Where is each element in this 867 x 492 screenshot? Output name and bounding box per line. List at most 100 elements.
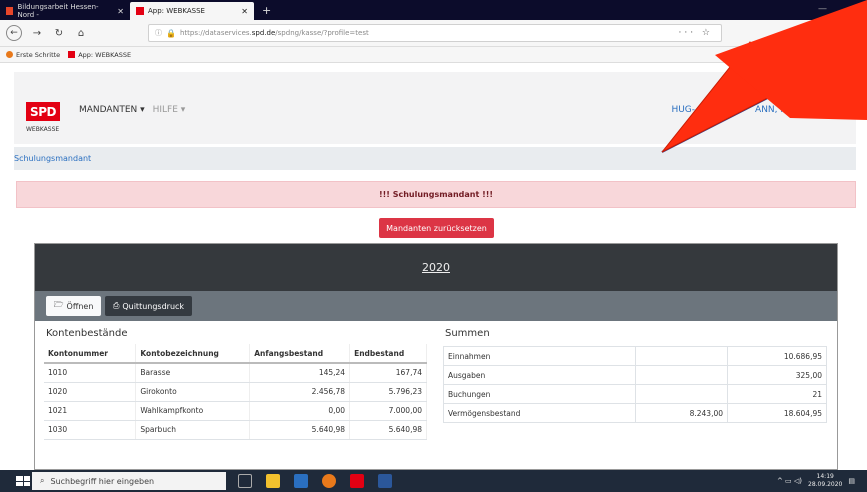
table-cell: 5.640,98 — [349, 420, 427, 440]
menu-mandanten[interactable]: MANDANTEN ▾ — [79, 105, 145, 115]
table-cell: Girokonto — [135, 382, 251, 402]
table-cell: 21 — [727, 384, 827, 404]
notification-icon[interactable]: ▤ — [848, 477, 855, 485]
card-body: Kontenbestände Kontonummer Kontobezeichn… — [35, 321, 837, 469]
logout-icon[interactable]: ➡ — [829, 102, 840, 117]
card-toolbar: 🗁 Öffnen ⎙ Quittungsdruck — [35, 291, 837, 321]
table-row: Ausgaben 325,00 — [443, 365, 827, 385]
open-button[interactable]: 🗁 Öffnen — [46, 296, 101, 316]
forward-button[interactable]: → — [30, 26, 44, 40]
info-icon[interactable]: ⓘ — [155, 28, 162, 38]
close-icon[interactable]: ✕ — [117, 7, 124, 16]
bookmark-label: App: WEBKASSE — [78, 50, 132, 59]
clock-time: 14:19 — [816, 473, 834, 480]
lock-icon: 🔒 — [166, 28, 176, 38]
table-cell: 10.686,95 — [727, 346, 827, 366]
table-cell: 1030 — [44, 420, 137, 440]
logo-subtitle: WEBKASSE — [26, 126, 60, 133]
column-header: Kontobezeichnung — [135, 344, 251, 364]
table-row: Vermögensbestand 8.243,00 18.604,95 — [443, 403, 827, 423]
favicon-icon — [6, 7, 14, 15]
search-icon: ⌕ — [40, 476, 45, 485]
table-row: 1010 Barasse 145,24 167,74 — [44, 363, 427, 383]
table-row: 1020 Girokonto 2.456,78 5.796,23 — [44, 382, 427, 402]
table-header-row: Kontonummer Kontobezeichnung Anfangsbest… — [44, 344, 427, 364]
minimize-icon[interactable]: — — [818, 4, 827, 14]
tab-bildungsarbeit[interactable]: Bildungsarbeit Hessen-Nord - ✕ — [0, 2, 130, 20]
clock[interactable]: 14:19 28.09.2020 — [808, 473, 842, 489]
taskbar-search-box[interactable]: ⌕ Suchbegriff hier eingeben — [32, 472, 226, 490]
spd-logo[interactable]: SPD — [26, 102, 60, 121]
table-cell: 7.000,00 — [349, 401, 427, 421]
user-menu[interactable]: HUG- ANN, RAIMUND ➡ — [671, 102, 840, 117]
firefox-icon — [6, 51, 13, 58]
tab-label: Bildungsarbeit Hessen-Nord - — [17, 3, 99, 19]
bookmarks-bar: Erste Schritte App: WEBKASSE — [0, 47, 867, 63]
table-cell: Ausgaben — [443, 365, 636, 385]
task-view-icon[interactable] — [238, 474, 252, 488]
spd-app-icon[interactable] — [350, 474, 364, 488]
address-bar[interactable]: ⓘ 🔒 https://dataservices.spd.de/spdng/ka… — [148, 24, 722, 42]
table-cell: Vermögensbestand — [443, 403, 636, 423]
alert-text: !!! Schulungsmandant !!! — [378, 190, 494, 199]
bookmark-webkasse[interactable]: App: WEBKASSE — [68, 51, 131, 59]
file-explorer-icon[interactable] — [266, 474, 280, 488]
tab-label: App: WEBKASSE — [148, 7, 205, 15]
table-cell: 1021 — [44, 401, 137, 421]
search-placeholder: Suchbegriff hier eingeben — [50, 476, 155, 486]
tab-webkasse[interactable]: App: WEBKASSE ✕ — [130, 2, 254, 20]
table-cell: 5.640,98 — [249, 420, 351, 440]
reset-mandant-button[interactable]: Mandanten zurücksetzen — [379, 218, 494, 238]
bookmark-erste-schritte[interactable]: Erste Schritte — [6, 51, 60, 59]
kontenbestaende-title: Kontenbestände — [46, 328, 128, 339]
table-cell: 167,74 — [349, 363, 427, 383]
table-row: 1030 Sparbuch 5.640,98 5.640,98 — [44, 420, 427, 440]
table-cell — [635, 346, 728, 366]
table-cell — [635, 384, 728, 404]
print-receipt-button[interactable]: ⎙ Quittungsdruck — [105, 296, 192, 316]
year-card: 2020 🗁 Öffnen ⎙ Quittungsdruck Kontenbes… — [34, 243, 838, 470]
table-row: Einnahmen 10.686,95 — [443, 346, 827, 366]
column-header: Anfangsbestand — [249, 344, 351, 364]
table-cell: 0,00 — [249, 401, 351, 421]
windows-start-icon[interactable] — [16, 476, 30, 486]
table-cell: 1010 — [44, 363, 137, 383]
breadcrumb: Schulungsmandant — [14, 147, 856, 170]
tray-icons[interactable]: ^ ▭ ◁) — [777, 477, 802, 485]
column-header: Kontonummer — [44, 344, 137, 364]
page-actions[interactable]: ··· ☆ — [678, 28, 721, 38]
user-name-end: ANN, RAIMUND — [755, 104, 824, 115]
outlook-icon[interactable] — [294, 474, 308, 488]
kontenbestaende-table: Kontonummer Kontobezeichnung Anfangsbest… — [44, 344, 427, 440]
table-cell: Buchungen — [443, 384, 636, 404]
table-cell — [635, 365, 728, 385]
taskbar-apps — [238, 474, 392, 488]
word-icon[interactable] — [378, 474, 392, 488]
page-content: SPD WEBKASSE MANDANTEN ▾ HILFE ▾ HUG- AN… — [0, 63, 867, 470]
year-link[interactable]: 2020 — [35, 244, 837, 291]
clock-date: 28.09.2020 — [808, 481, 843, 488]
home-button[interactable]: ⌂ — [74, 26, 88, 40]
summen-table: Einnahmen 10.686,95 Ausgaben 325,00 Buch… — [443, 346, 827, 423]
printer-icon: ⎙ — [112, 301, 120, 310]
bookmark-label: Erste Schritte — [16, 50, 61, 59]
table-cell: 325,00 — [727, 365, 827, 385]
reload-button[interactable]: ↻ — [52, 26, 66, 40]
table-cell: 145,24 — [249, 363, 351, 383]
browser-tab-bar: Bildungsarbeit Hessen-Nord - ✕ App: WEBK… — [0, 0, 867, 20]
open-label: Öffnen — [66, 301, 94, 311]
folder-open-icon: 🗁 — [53, 300, 64, 309]
spd-favicon-icon — [136, 7, 144, 15]
firefox-icon[interactable] — [322, 474, 336, 488]
table-cell: 18.604,95 — [727, 403, 827, 423]
menu-hilfe[interactable]: HILFE ▾ — [153, 105, 186, 115]
main-menu: MANDANTEN ▾ HILFE ▾ — [79, 105, 185, 115]
breadcrumb-item[interactable]: Schulungsmandant — [14, 154, 91, 163]
back-button[interactable]: ← — [6, 25, 22, 41]
print-label: Quittungsdruck — [122, 301, 185, 311]
new-tab-button[interactable]: + — [262, 4, 271, 17]
summen-title: Summen — [445, 328, 490, 339]
close-icon[interactable]: ✕ — [241, 7, 248, 16]
table-cell: 1020 — [44, 382, 137, 402]
browser-nav-bar: ← → ↻ ⌂ ⓘ 🔒 https://dataservices.spd.de/… — [0, 20, 867, 57]
